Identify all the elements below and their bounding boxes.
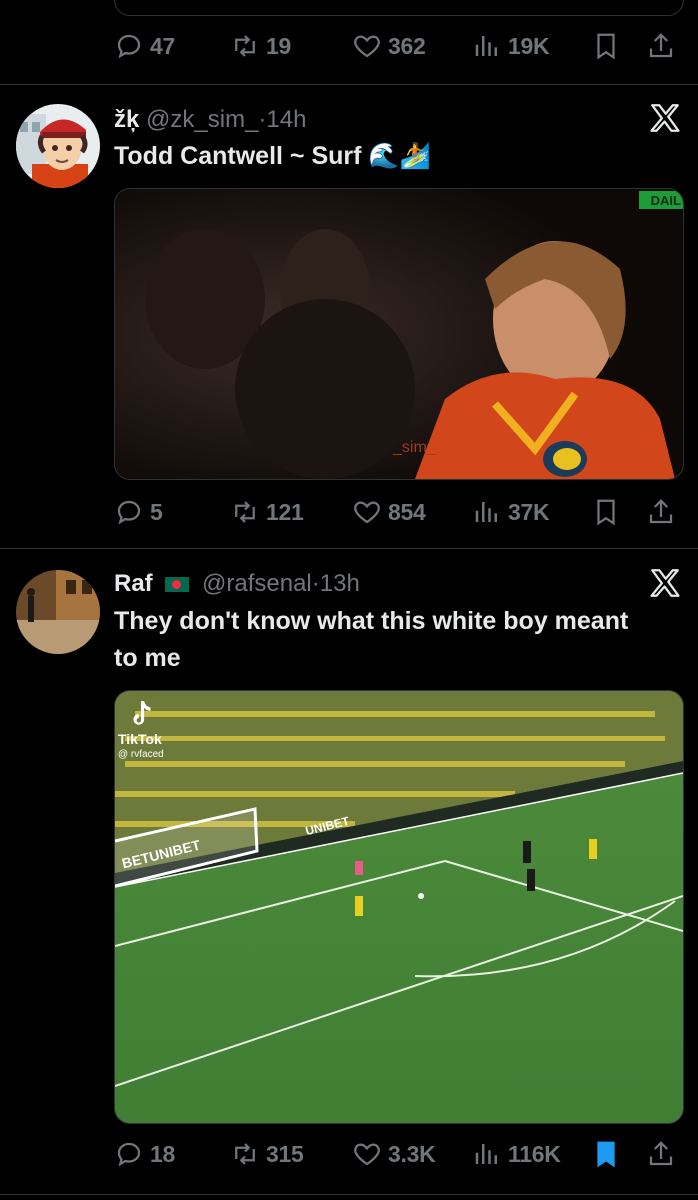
avatar[interactable]: [16, 104, 100, 188]
tweet-header: Raf @rafsenal·13h: [114, 568, 360, 600]
reply-button[interactable]: 47: [114, 26, 175, 66]
tweet-divider: [0, 548, 698, 549]
views-icon: [475, 502, 497, 522]
street-photo-avatar-image: [16, 570, 100, 654]
watermark-text: DAIL: [650, 193, 681, 208]
share-button[interactable]: [646, 26, 676, 66]
retweet-button[interactable]: 19: [230, 26, 291, 66]
like-button[interactable]: 3.3K: [352, 1134, 436, 1174]
x-logo-icon[interactable]: [648, 566, 682, 600]
share-button[interactable]: [646, 1134, 676, 1174]
separator-dot: ·: [311, 570, 320, 597]
bookmark-button[interactable]: [591, 492, 621, 532]
views-count: 19K: [508, 32, 550, 59]
views-button[interactable]: 37K: [472, 492, 550, 532]
tiktok-logo-icon: [133, 701, 151, 725]
share-button[interactable]: [646, 492, 676, 532]
views-button[interactable]: 116K: [472, 1134, 561, 1174]
tweet-actions-bar: 5 121 854 37K: [0, 492, 698, 532]
reply-button[interactable]: 18: [114, 1134, 175, 1174]
handle[interactable]: @rafsenal: [202, 570, 312, 597]
video-thumbnail[interactable]: TikTok @ rvfaced BETUNIBET UNIBET: [114, 690, 684, 1124]
like-count: 854: [388, 498, 426, 525]
reply-button[interactable]: 5: [114, 492, 163, 532]
avatar[interactable]: [16, 570, 100, 654]
bookmark-icon: [597, 499, 615, 526]
tweet-text: They don't know what this white boy mean…: [114, 607, 629, 672]
share-icon: [649, 499, 673, 524]
tiktok-brand: TikTok: [118, 731, 162, 747]
bookmark-button[interactable]: [591, 26, 621, 66]
views-button[interactable]: 19K: [472, 26, 550, 66]
retweet-icon: [235, 35, 255, 57]
tweet-header: žķ @zk_sim_·14h: [114, 104, 306, 136]
retweet-icon: [235, 501, 255, 523]
like-button[interactable]: 362: [352, 26, 426, 66]
display-name[interactable]: žķ: [114, 106, 139, 133]
reply-count: 18: [150, 1140, 175, 1167]
views-count: 37K: [508, 498, 550, 525]
reply-count: 5: [150, 498, 163, 525]
share-icon: [649, 33, 673, 58]
retweet-count: 19: [266, 32, 291, 59]
bookmark-icon: [597, 33, 615, 60]
tweet-actions-bar: 18 315 3.3K 116K: [0, 1134, 698, 1174]
heart-icon: [354, 1143, 380, 1166]
like-count: 362: [388, 32, 426, 59]
views-icon: [475, 36, 497, 56]
anime-avatar-image: [16, 104, 100, 188]
handle[interactable]: @zk_sim_: [146, 106, 258, 133]
views-icon: [475, 1144, 497, 1164]
views-count: 116K: [508, 1140, 561, 1167]
football-match-frame-image: [115, 691, 683, 1123]
tweet-text: Todd Cantwell ~ Surf 🌊🏄: [114, 142, 431, 170]
retweet-button[interactable]: 315: [230, 1134, 304, 1174]
retweet-count: 121: [266, 498, 304, 525]
share-icon: [649, 1141, 673, 1166]
retweet-count: 315: [266, 1140, 304, 1167]
display-name[interactable]: Raf: [114, 570, 153, 597]
tweet-divider: [0, 84, 698, 85]
x-logo-icon[interactable]: [648, 101, 682, 135]
like-count: 3.3K: [388, 1140, 436, 1167]
bookmark-button[interactable]: [591, 1134, 621, 1174]
tweet-actions-bar: 47 19 362 19K: [0, 26, 698, 66]
video-frame-image: [115, 189, 683, 479]
reply-count: 47: [150, 32, 175, 59]
timestamp[interactable]: 14h: [266, 106, 306, 133]
reply-icon: [117, 500, 141, 525]
tiktok-handle: @ rvfaced: [118, 749, 164, 760]
reply-icon: [117, 1142, 141, 1167]
reply-icon: [117, 34, 141, 59]
retweet-icon: [235, 1143, 255, 1165]
heart-icon: [354, 35, 380, 58]
video-overlay-text: _sim_: [393, 439, 436, 456]
heart-icon: [354, 501, 380, 524]
tweet-divider: [0, 1194, 698, 1195]
like-button[interactable]: 854: [352, 492, 426, 532]
retweet-button[interactable]: 121: [230, 492, 304, 532]
timestamp[interactable]: 13h: [320, 570, 360, 597]
video-thumbnail[interactable]: DAIL _sim_: [114, 188, 684, 480]
bookmark-filled-icon: [597, 1141, 615, 1168]
bangladesh-flag-icon: [165, 577, 190, 593]
previous-tweet-media-edge: [114, 0, 684, 16]
